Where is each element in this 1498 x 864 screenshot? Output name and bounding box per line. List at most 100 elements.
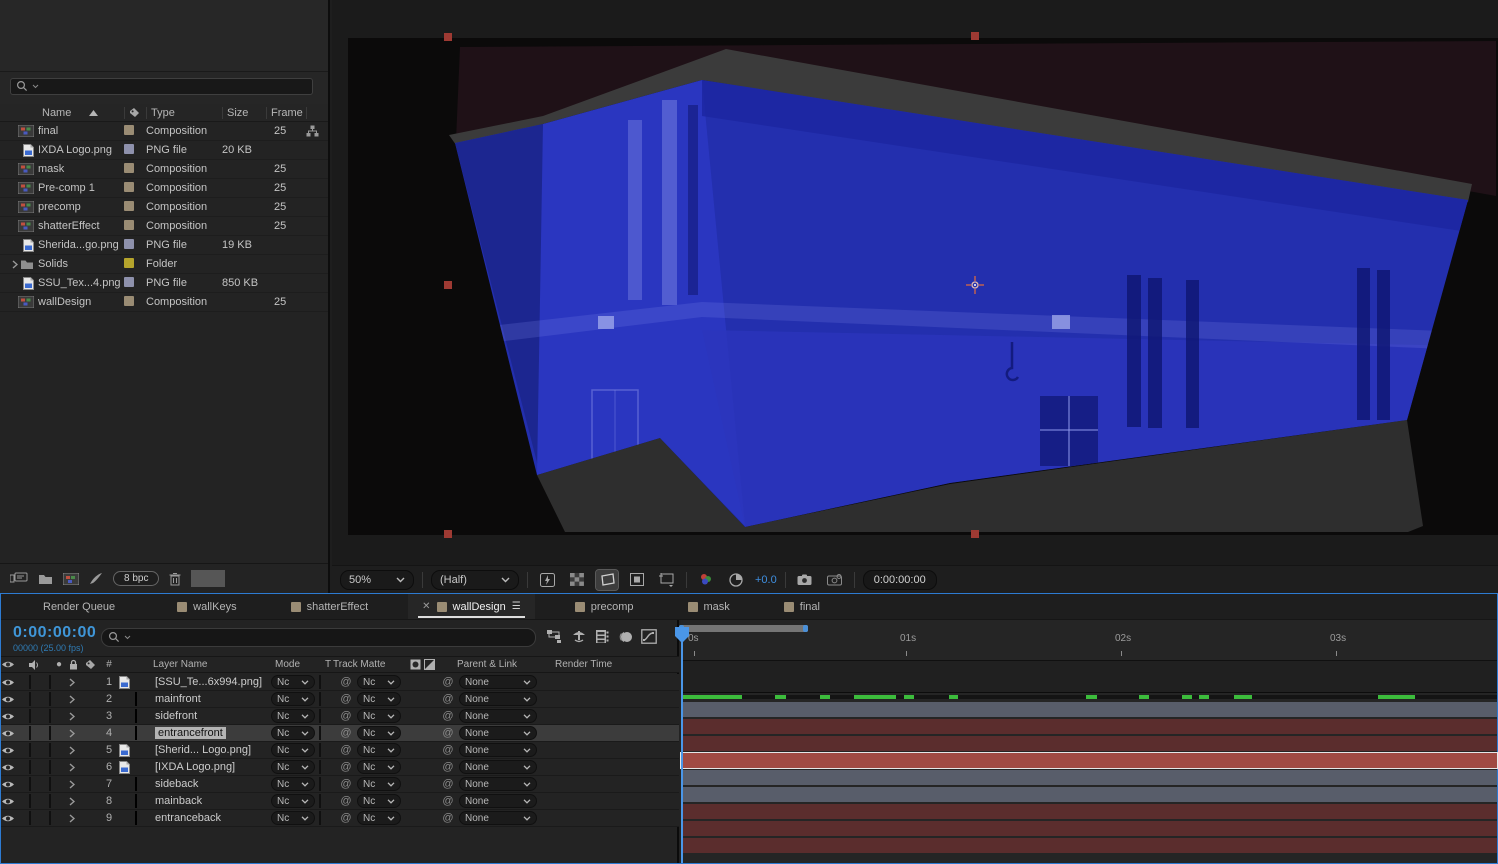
video-toggle[interactable] — [1, 712, 29, 721]
item-name[interactable]: Sherida...go.png — [38, 239, 124, 251]
layer-expand-chevron[interactable] — [69, 746, 85, 755]
mode-dropdown[interactable]: Nc — [271, 675, 315, 689]
mask-visibility-button[interactable] — [626, 570, 648, 590]
frame-blending-icon[interactable] — [595, 629, 609, 644]
mode-dropdown[interactable]: Nc — [271, 709, 315, 723]
item-label-chip[interactable] — [124, 258, 146, 271]
render-time-column-header[interactable]: Render Time — [541, 659, 679, 670]
item-label-chip[interactable] — [124, 220, 146, 233]
layer-duration-bar[interactable] — [681, 838, 1497, 853]
item-label-chip[interactable] — [124, 201, 146, 214]
track-matte-column-header[interactable]: Track Matte — [333, 659, 405, 670]
solo-toggle[interactable] — [49, 676, 69, 688]
magnification-dropdown[interactable]: 50% — [340, 570, 414, 590]
project-item-row[interactable]: maskComposition25 — [0, 160, 328, 179]
project-item-row[interactable]: SSU_Tex...4.pngPNG file850 KB — [0, 274, 328, 293]
track-matte-dropdown[interactable]: Nc — [357, 675, 401, 689]
close-tab-icon[interactable]: ✕ — [422, 601, 430, 612]
audio-toggle[interactable] — [29, 812, 49, 824]
layer-name[interactable]: sidefront — [153, 710, 269, 722]
layer-duration-bar[interactable] — [681, 787, 1497, 802]
project-item-row[interactable]: Sherida...go.pngPNG file19 KB — [0, 236, 328, 255]
mode-dropdown[interactable]: Nc — [271, 794, 315, 808]
preserve-transparency-toggle[interactable] — [319, 676, 337, 688]
layer-expand-chevron[interactable] — [69, 678, 85, 687]
transparency-grid-button[interactable] — [566, 570, 588, 590]
item-name[interactable]: mask — [38, 163, 124, 175]
current-time-display[interactable]: 0:00:00:00 — [13, 624, 96, 642]
item-name[interactable]: shatterEffect — [38, 220, 124, 232]
mode-dropdown[interactable]: Nc — [271, 692, 315, 706]
layer-row--SSU_Te-6x994-png-[interactable]: 1[SSU_Te...6x994.png]Nc@Nc@None — [1, 674, 679, 691]
panel-menu-icon[interactable]: ☰ — [512, 601, 521, 612]
layer-name[interactable]: [Sherid... Logo.png] — [153, 744, 269, 756]
mode-column-header[interactable]: Mode — [269, 659, 319, 670]
resolution-dropdown[interactable]: (Half) — [431, 570, 519, 590]
parent-link-dropdown[interactable]: None — [459, 811, 537, 825]
project-item-row[interactable]: finalComposition25 — [0, 122, 328, 141]
video-toggle[interactable] — [1, 763, 29, 772]
item-label-chip[interactable] — [124, 239, 146, 252]
layer-name-column-header[interactable]: Layer Name — [153, 659, 269, 670]
layer-name[interactable]: entranceback — [153, 812, 269, 824]
preserve-transparency-toggle[interactable] — [319, 812, 337, 824]
work-area-bar[interactable] — [679, 625, 808, 632]
mode-dropdown[interactable]: Nc — [271, 760, 315, 774]
video-toggle[interactable] — [1, 729, 29, 738]
layer-row-mainfront[interactable]: 2mainfrontNc@Nc@None — [1, 691, 679, 708]
track-matte-pickwhip-icon[interactable]: @ — [337, 693, 355, 705]
layer-duration-bar[interactable] — [681, 702, 1497, 717]
viewer-timecode[interactable]: 0:00:00:00 — [863, 570, 937, 590]
item-name[interactable]: Pre-comp 1 — [38, 182, 124, 194]
solo-toggle[interactable] — [49, 778, 69, 790]
layer-row-sideback[interactable]: 7sidebackNc@Nc@None — [1, 776, 679, 793]
mode-dropdown[interactable]: Nc — [271, 726, 315, 740]
tab-mask[interactable]: mask — [674, 594, 744, 619]
solid-color-swatch[interactable] — [135, 811, 137, 825]
project-search-input[interactable] — [10, 78, 313, 95]
composition-marker-strip[interactable] — [681, 660, 1497, 693]
item-name[interactable]: Solids — [38, 258, 124, 270]
show-snapshot-button[interactable] — [824, 570, 846, 590]
layer-row-entranceback[interactable]: 9entrancebackNc@Nc@None — [1, 810, 679, 827]
column-name[interactable]: Name — [38, 107, 124, 119]
track-matte-pickwhip-icon[interactable]: @ — [337, 744, 355, 756]
parent-pickwhip-icon[interactable]: @ — [439, 778, 457, 790]
composition-mini-flowchart-icon[interactable] — [546, 629, 563, 644]
parent-link-dropdown[interactable]: None — [459, 794, 537, 808]
exposure-value[interactable]: +0.0 — [755, 574, 777, 586]
layer-name[interactable]: [SSU_Te...6x994.png] — [153, 676, 269, 688]
audio-toggle[interactable] — [29, 778, 49, 790]
parent-link-dropdown[interactable]: None — [459, 709, 537, 723]
mode-dropdown[interactable]: Nc — [271, 743, 315, 757]
new-folder-icon[interactable] — [38, 573, 53, 585]
item-label-chip[interactable] — [124, 277, 146, 290]
column-frame-rate[interactable]: Frame Ra.. — [266, 107, 306, 119]
audio-toggle[interactable] — [29, 727, 49, 739]
layer-duration-bar[interactable] — [681, 770, 1497, 785]
item-name[interactable]: final — [38, 125, 124, 137]
preserve-transparency-toggle[interactable] — [319, 795, 337, 807]
tab-shattereffect[interactable]: shatterEffect — [277, 594, 383, 619]
work-area-end-handle[interactable] — [803, 625, 808, 632]
solid-color-swatch[interactable] — [135, 726, 137, 740]
video-toggle[interactable] — [1, 746, 29, 755]
layer-expand-chevron[interactable] — [69, 729, 85, 738]
layer-expand-chevron[interactable] — [69, 780, 85, 789]
exposure-reset-button[interactable] — [725, 570, 747, 590]
video-toggle[interactable] — [1, 678, 29, 687]
layer-duration-bar[interactable] — [681, 821, 1497, 836]
tab-walldesign[interactable]: ✕wallDesign☰ — [408, 594, 535, 619]
parent-link-dropdown[interactable]: None — [459, 760, 537, 774]
solo-toggle[interactable] — [49, 812, 69, 824]
playhead-line[interactable] — [681, 628, 683, 863]
selection-handle[interactable] — [444, 33, 452, 41]
solo-toggle[interactable] — [49, 727, 69, 739]
track-matte-dropdown[interactable]: Nc — [357, 709, 401, 723]
track-matte-dropdown[interactable]: Nc — [357, 760, 401, 774]
timeline-search-input[interactable] — [101, 628, 536, 647]
track-matte-pickwhip-icon[interactable]: @ — [337, 710, 355, 722]
audio-toggle[interactable] — [29, 761, 49, 773]
track-matte-pickwhip-icon[interactable]: @ — [337, 778, 355, 790]
project-item-row[interactable]: wallDesignComposition25 — [0, 293, 328, 312]
